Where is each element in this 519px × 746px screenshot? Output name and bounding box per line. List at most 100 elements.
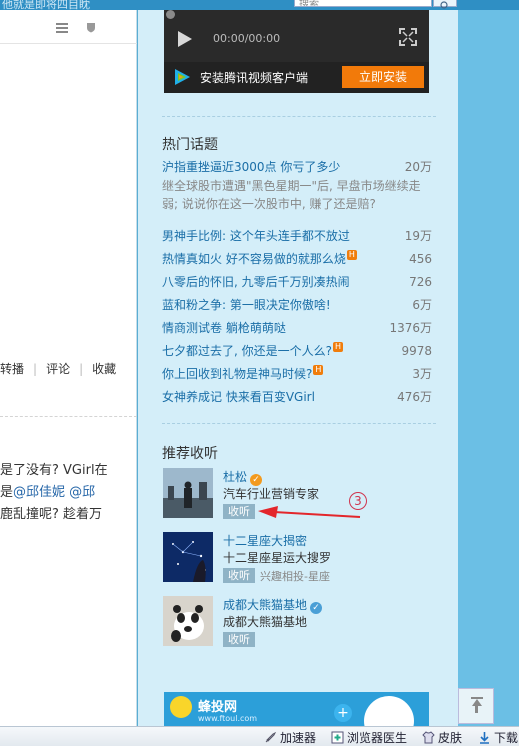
download-icon [480,732,489,744]
hot-topics-title: 热门话题 [162,137,218,153]
topic-title[interactable]: 情商测试卷 躺枪萌萌哒 [162,321,286,335]
topic-title[interactable]: 男神手比例: 这个年头连手都不放过 [162,229,350,243]
topic-description: 继全球股市遭遇"黑色星期一"后, 早盘市场继续走弱; 说说你在这一次股市中, 赚… [162,179,421,211]
hot-badge-icon: H [333,342,343,352]
recommend-item: 成都大熊猫基地 ✓ 成都大熊猫基地 收听 [162,596,442,660]
ad-banner[interactable]: 蜂投网 www.ftoul.com + [164,692,429,746]
avatar[interactable] [163,532,213,582]
top-strip: 他就是即将四目眈 搜索 [0,0,519,11]
divider [0,416,137,417]
client-promo: 安装腾讯视频客户端 立即安装 [164,62,429,93]
topic-count: 20万 [404,160,432,174]
fullscreen-icon[interactable] [399,28,417,46]
arrow-up-icon [472,699,482,706]
user-name[interactable]: 十二星座大揭密 [223,532,307,549]
topic-item[interactable]: 七夕都过去了, 你还是一个人么? H 9978 [162,342,432,365]
mention-link[interactable]: @邱佳妮 [13,485,65,500]
topic-count: 19万 [404,229,432,243]
follow-button[interactable]: 收听 [223,632,255,647]
topic-item[interactable]: 热情真如火 好不容易做的就那么烧 H 456 [162,250,432,273]
shirt-icon [422,731,435,744]
favorite-link[interactable]: 收藏 [92,362,116,376]
video-time: 00:00/00:00 [213,32,281,45]
topic-item[interactable]: 八零后的怀旧, 九零后千万别凑热闹 726 [162,273,432,296]
annotation-arrow [258,506,361,518]
topic-title[interactable]: 七夕都过去了, 你还是一个人么? [162,344,332,358]
list-view-icon[interactable] [56,23,68,33]
skin-item[interactable]: 皮肤 [422,729,462,746]
topic-item[interactable]: 男神手比例: 这个年头连手都不放过 19万 [162,227,432,250]
topic-title[interactable]: 八零后的怀旧, 九零后千万别凑热闹 [162,275,350,289]
interest-tag: 兴趣相投-星座 [260,570,330,583]
sidebar: 00:00/00:00 安装腾讯视频客户端 立即安装 热门话题 沪指重挫逼近30… [138,10,458,746]
divider [0,43,137,44]
verified-badge-icon: ✓ [310,602,323,614]
topic-item[interactable]: 你上回收到礼物是神马时候? H 3万 [162,365,432,388]
main-content: 转播 | 评论 | 收藏 是了没有? VGirl在 是@邱佳妮 @邱 鹿乱撞呢? 趁着万 [0,10,137,726]
shield-icon[interactable] [86,22,96,33]
mention-link[interactable]: @邱 [69,485,95,500]
user-description: 汽车行业营销专家 [223,487,320,501]
play-icon[interactable] [178,31,192,47]
hot-badge-icon: H [313,365,324,375]
topic-title[interactable]: 你上回收到礼物是神马时候? [162,367,312,381]
topic-count: 1376万 [389,321,432,335]
hot-badge-icon: H [346,250,357,260]
topic-title[interactable]: 沪指重挫逼近3000点 你亏了多少 [162,160,340,174]
ad-url: www.ftoul.com [198,714,258,723]
follow-button[interactable]: 收听 [223,568,255,583]
post-text: 是了没有? VGirl在 是@邱佳妮 @邱 鹿乱撞呢? 趁着万 [0,460,108,526]
topic-title[interactable]: 蓝和粉之争: 第一眼决定你傲啥! [162,298,331,312]
bee-logo-icon [170,696,192,718]
page-background-edge [458,10,519,726]
divider [162,116,436,117]
hot-topics-list: 沪指重挫逼近3000点 你亏了多少 20万 继全球股市遭遇"黑色星期一"后, 早… [162,158,432,411]
view-tools [56,22,96,36]
accelerator-item[interactable]: 加速器 [264,729,316,746]
avatar[interactable] [163,468,213,518]
search-input[interactable]: 搜索 [294,0,432,7]
recommend-title: 推荐收听 [162,446,218,462]
tencent-video-logo-icon [175,69,190,85]
topic-count: 3万 [412,367,432,381]
comment-link[interactable]: 评论 [46,362,70,376]
post-line: 是@邱佳妮 @邱 [0,485,96,500]
video-player: 00:00/00:00 安装腾讯视频客户端 立即安装 [164,10,429,93]
topic-count: 456 [409,252,432,266]
browser-doctor-item[interactable]: 浏览器医生 [331,729,407,746]
rocket-icon [265,731,277,743]
plus-icon: + [334,704,352,722]
topic-item[interactable]: 情商测试卷 躺枪萌萌哒 1376万 [162,319,432,342]
topic-title[interactable]: 热情真如火 好不容易做的就那么烧 [162,252,346,266]
recommend-list: 杜松 ✓ 汽车行业营销专家 收听 3 十二星座大揭密 十二星座星运大搜罗 收听 兴… [162,468,442,660]
install-now-button[interactable]: 立即安装 [342,66,424,88]
topic-item[interactable]: 沪指重挫逼近3000点 你亏了多少 20万 [162,158,432,181]
topic-item[interactable]: 蓝和粉之争: 第一眼决定你傲啥! 6万 [162,296,432,319]
separator: | [79,362,84,376]
post-line: 是了没有? VGirl在 [0,463,108,478]
browser-status-bar: 加速器 浏览器医生 皮肤 下载 [0,726,519,746]
user-description: 十二星座星运大搜罗 [223,551,332,565]
search-button[interactable] [433,0,457,9]
post-actions: 转播 | 评论 | 收藏 [0,360,116,377]
back-to-top-button[interactable] [458,688,494,724]
doctor-plus-icon [331,731,344,744]
separator: | [33,362,38,376]
download-item[interactable]: 下载 [478,729,518,746]
topic-count: 726 [409,275,432,289]
topic-item[interactable]: 女神养成记 快来看百变VGirl 476万 [162,388,432,411]
topic-rows: 男神手比例: 这个年头连手都不放过 19万 热情真如火 好不容易做的就那么烧 H 456… [162,227,432,411]
repost-link[interactable]: 转播 [0,362,24,376]
avatar[interactable] [163,596,213,646]
user-name[interactable]: 杜松 ✓ [223,468,263,486]
follow-button[interactable]: 收听 [223,504,255,519]
topic-count: 476万 [397,390,432,404]
progress-handle[interactable] [166,10,175,19]
user-name[interactable]: 成都大熊猫基地 ✓ [223,596,323,614]
topic-count: 9978 [401,344,432,358]
user-description: 成都大熊猫基地 [223,615,308,629]
install-prompt: 安装腾讯视频客户端 [200,71,309,85]
recommend-item: 十二星座大揭密 十二星座星运大搜罗 收听 兴趣相投-星座 [162,532,442,596]
topic-title[interactable]: 女神养成记 快来看百变VGirl [162,390,315,404]
topic-count: 6万 [412,298,432,312]
